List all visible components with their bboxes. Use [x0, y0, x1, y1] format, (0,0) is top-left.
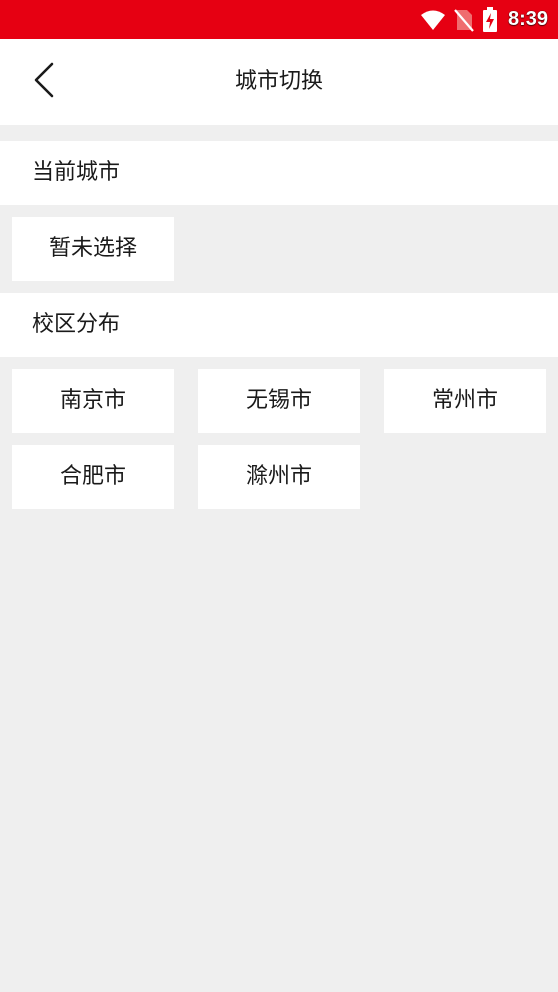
- city-chip-hefei[interactable]: 合肥市: [12, 445, 174, 509]
- current-city-chip[interactable]: 暂未选择: [12, 217, 174, 281]
- city-chip-wuxi[interactable]: 无锡市: [198, 369, 360, 433]
- page-title: 城市切换: [234, 69, 323, 94]
- no-sim-icon: [454, 8, 474, 32]
- back-button[interactable]: [22, 59, 66, 105]
- wifi-icon: [420, 9, 446, 31]
- battery-charging-icon: [482, 6, 498, 33]
- status-time: 8:39: [507, 8, 548, 30]
- navigation-bar: 城市切换: [0, 39, 558, 125]
- chevron-left-icon: [33, 62, 55, 102]
- current-city-header: 当前城市: [0, 141, 558, 205]
- campus-distribution-header: 校区分布: [0, 293, 558, 357]
- city-chip-chuzhou[interactable]: 滁州市: [198, 445, 360, 509]
- city-chip-changzhou[interactable]: 常州市: [384, 369, 546, 433]
- status-bar: 8:39: [0, 0, 558, 39]
- city-chip-nanjing[interactable]: 南京市: [12, 369, 174, 433]
- status-icons: 8:39: [420, 0, 548, 39]
